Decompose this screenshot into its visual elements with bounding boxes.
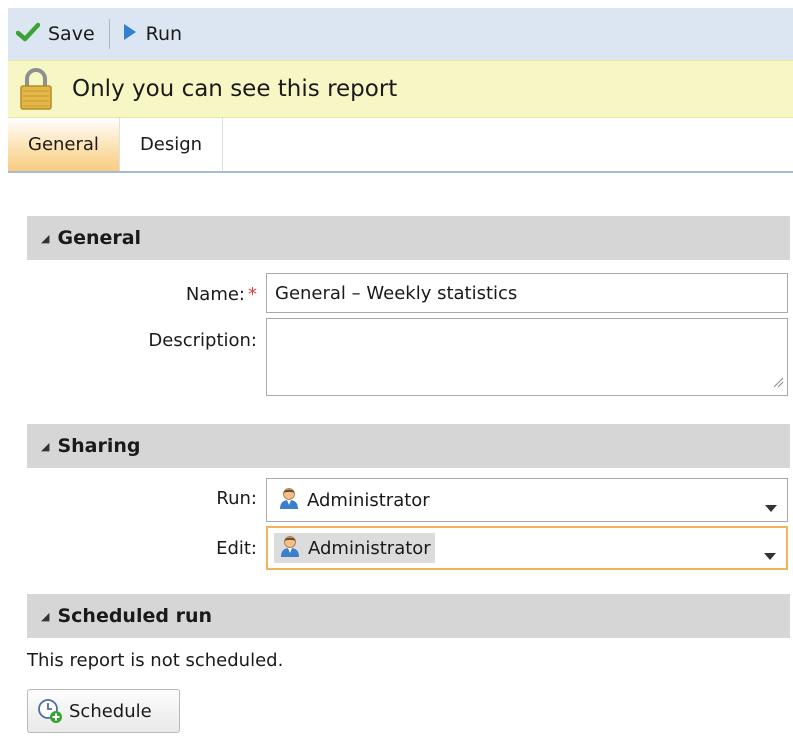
schedule-status-text: This report is not scheduled. (27, 650, 284, 671)
checkmark-icon (15, 22, 41, 46)
run-button[interactable]: Run (114, 8, 192, 60)
toolbar: Save Run (8, 8, 793, 60)
visibility-info-bar: Only you can see this report (8, 60, 793, 118)
collapse-triangle-icon: ◢ (41, 609, 50, 623)
run-user-token: Administrator (273, 485, 434, 515)
info-message: Only you can see this report (72, 76, 398, 102)
chevron-down-icon (764, 545, 776, 564)
run-permission-select[interactable]: Administrator (266, 478, 788, 522)
tab-design[interactable]: Design (119, 118, 224, 171)
collapse-triangle-icon: ◢ (41, 231, 50, 245)
resize-grip-icon[interactable] (773, 373, 784, 392)
schedule-button[interactable]: Schedule (27, 689, 180, 733)
edit-field-label: Edit: (216, 538, 257, 559)
clock-add-icon (37, 698, 63, 724)
run-field-label: Run: (216, 488, 257, 509)
play-icon (122, 22, 138, 46)
padlock-icon (18, 67, 54, 111)
run-user-name: Administrator (307, 489, 430, 511)
section-header-sharing[interactable]: ◢ Sharing (27, 424, 790, 468)
section-title-sharing: Sharing (57, 435, 141, 457)
section-title-scheduled-run: Scheduled run (57, 605, 212, 627)
save-label: Save (48, 23, 95, 45)
edit-permission-select[interactable]: Administrator (266, 526, 788, 570)
schedule-button-label: Schedule (69, 700, 152, 722)
collapse-triangle-icon: ◢ (41, 439, 50, 453)
name-field-label: Name: * (186, 284, 257, 305)
tab-general[interactable]: General (8, 118, 120, 171)
section-header-general[interactable]: ◢ General (27, 216, 790, 260)
section-title-general: General (57, 227, 142, 249)
chevron-down-icon (765, 497, 777, 516)
name-label-text: Name: (185, 284, 245, 305)
edit-user-token[interactable]: Administrator (274, 533, 435, 563)
tab-bar: General Design (8, 118, 793, 173)
required-marker: * (248, 284, 257, 305)
edit-user-name: Administrator (308, 537, 431, 559)
user-icon (277, 486, 301, 514)
name-input[interactable] (266, 273, 788, 313)
run-label: Run (145, 23, 183, 45)
user-icon (278, 534, 302, 562)
description-field-label: Description: (148, 330, 257, 351)
description-textarea[interactable] (266, 318, 788, 396)
toolbar-separator (108, 19, 110, 49)
save-button[interactable]: Save (8, 8, 105, 60)
section-header-scheduled-run[interactable]: ◢ Scheduled run (27, 594, 790, 638)
